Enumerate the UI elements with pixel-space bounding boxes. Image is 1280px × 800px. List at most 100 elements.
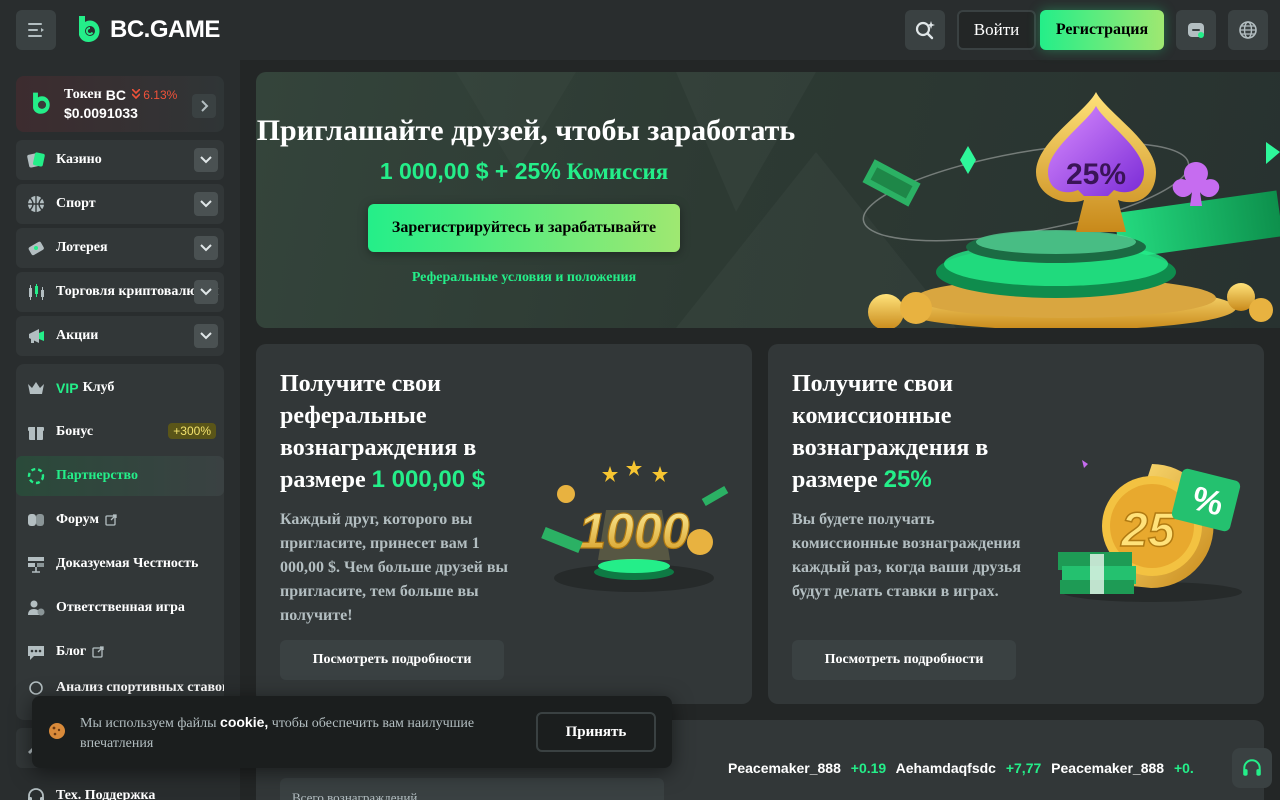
sidebar-item-blog[interactable]: Блог xyxy=(16,632,224,672)
sidebar-item-forum[interactable]: Форум xyxy=(16,500,224,540)
ticker-amount: +0. xyxy=(1173,760,1194,776)
card-description: Каждый друг, которого вы пригласите, при… xyxy=(280,511,509,624)
cookie-text-bold: cookie, xyxy=(220,714,269,730)
headset-icon xyxy=(1243,759,1261,776)
sidebar-item-label: Бонус xyxy=(56,424,94,439)
sidebar-item-promotions[interactable]: Акции xyxy=(16,316,224,356)
token-change-value: 6.13% xyxy=(143,88,178,102)
candlestick-chart-icon xyxy=(26,282,46,302)
winners-ticker: Peacemaker_888 +0.19 Aehamdaqfsdc +7,77 … xyxy=(728,760,1228,782)
megaphone-icon xyxy=(26,326,46,346)
expand-casino-button[interactable] xyxy=(194,148,218,172)
token-change: 6.13% xyxy=(131,88,178,102)
total-rewards-box: Всего вознаграждений xyxy=(280,778,664,800)
search-button[interactable] xyxy=(905,10,945,50)
sidebar-item-label: Форум xyxy=(56,512,99,527)
gift-icon xyxy=(26,422,46,442)
sidebar-item-label: Доказуемая Честность xyxy=(56,556,199,571)
referral-terms-link[interactable]: Реферальные условия и положения xyxy=(368,270,680,286)
login-button[interactable]: Войти xyxy=(957,10,1036,50)
affiliate-ring-icon xyxy=(26,466,46,486)
logo-text: BC.GAME xyxy=(110,16,220,43)
sidebar-item-label: Партнерство xyxy=(56,468,138,483)
chevron-down-icon xyxy=(200,332,212,340)
accept-cookies-button[interactable]: Принять xyxy=(536,712,656,752)
search-icon xyxy=(915,21,935,40)
cookie-message: Мы используем файлы cookie, чтобы обеспе… xyxy=(80,712,500,754)
referral-hero-banner: Приглашайте друзей, чтобы заработать 1 0… xyxy=(256,72,1280,328)
bc-token-card[interactable]: Токен BC 6.13% $0.0091033 xyxy=(16,76,224,132)
token-details-button[interactable] xyxy=(192,94,216,118)
language-button[interactable] xyxy=(1228,10,1268,50)
sidebar-item-label: Казино xyxy=(56,152,102,167)
card-description: Вы будете получать комиссионные вознагра… xyxy=(792,511,1021,600)
bc-game-logo[interactable]: BC.GAME xyxy=(76,14,220,46)
double-chevron-down-icon xyxy=(131,88,141,100)
sidebar-item-label: Блог xyxy=(56,644,87,659)
sidebar-item-label: Клуб xyxy=(82,380,115,395)
blog-chat-icon xyxy=(26,642,46,662)
sidebar-item-label: Тех. Поддержка xyxy=(56,788,156,800)
reward-1000-illustration: 1000 xyxy=(541,460,729,592)
expand-sports-button[interactable] xyxy=(194,192,218,216)
expand-promotions-button[interactable] xyxy=(194,324,218,348)
sidebar-item-label: Спорт xyxy=(56,196,96,211)
crown-icon xyxy=(26,378,46,398)
casino-cards-icon xyxy=(26,150,46,170)
sidebar-item-bonus[interactable]: Бонус +300% xyxy=(16,412,224,452)
token-price: $0.0091033 xyxy=(64,105,138,121)
live-support-button[interactable] xyxy=(1232,748,1272,788)
card-title-highlight: 25% xyxy=(883,466,932,493)
chevron-down-icon xyxy=(200,156,212,164)
sidebar-item-crypto-trading[interactable]: Торговля криптовалютой xyxy=(16,272,224,312)
sidebar-item-lottery[interactable]: Лотерея xyxy=(16,228,224,268)
headset-icon xyxy=(26,786,46,800)
hero-badge-text: 25% xyxy=(1066,158,1126,191)
responsible-gaming-icon xyxy=(26,598,46,618)
sidebar: Токен BC 6.13% $0.0091033 Казино Спорт Л… xyxy=(0,60,240,800)
sidebar-item-affiliate[interactable]: Партнерство xyxy=(16,456,224,496)
chat-button[interactable] xyxy=(1176,10,1216,50)
ticker-amount: +0.19 xyxy=(850,760,887,776)
total-rewards-label: Всего вознаграждений xyxy=(292,790,418,800)
chat-icon xyxy=(1188,23,1204,38)
hero-subtitle: 1 000,00 $ + 25% Комиссия xyxy=(256,158,792,185)
token-ticker: BC xyxy=(105,87,126,103)
chevron-down-icon xyxy=(200,200,212,208)
sidebar-item-sports[interactable]: Спорт xyxy=(16,184,224,224)
bc-token-icon xyxy=(33,92,50,114)
sidebar-item-label: Ответственная игра xyxy=(56,600,185,615)
view-details-button[interactable]: Посмотреть подробности xyxy=(280,640,504,680)
lottery-ticket-icon xyxy=(26,238,46,258)
chevron-down-icon xyxy=(200,288,212,296)
card-title: Получите свои реферальные вознаграждения… xyxy=(280,368,520,496)
ticker-user: Peacemaker_888 xyxy=(728,760,841,776)
referral-reward-card: Получите свои реферальные вознаграждения… xyxy=(256,344,752,704)
view-details-button[interactable]: Посмотреть подробности xyxy=(792,640,1016,680)
register-button[interactable]: Регистрация xyxy=(1040,10,1164,50)
sidebar-item-responsible-gaming[interactable]: Ответственная игра xyxy=(16,588,224,628)
ticker-user: Aehamdaqfsdc xyxy=(895,760,996,776)
sidebar-item-label: Лотерея xyxy=(56,240,108,255)
register-and-earn-button[interactable]: Зарегистрируйтесь и зарабатывайте xyxy=(368,204,680,252)
bonus-badge: +300% xyxy=(168,423,216,439)
cookie-icon xyxy=(49,723,65,739)
sidebar-item-vip-club[interactable]: VIP Клуб xyxy=(16,368,224,408)
sidebar-item-provably-fair[interactable]: Доказуемая Честность xyxy=(16,544,224,584)
commission-reward-card: Получите свои комиссионные вознаграждени… xyxy=(768,344,1264,704)
sidebar-item-casino[interactable]: Казино xyxy=(16,140,224,180)
ticker-amount: +7,77 xyxy=(1005,760,1042,776)
token-name-prefix: Токен xyxy=(64,87,102,102)
sidebar-links-group: VIP Клуб Бонус +300% Партнерство Форум Д… xyxy=(16,364,224,720)
top-header: BC.GAME Войти Регистрация xyxy=(0,0,1280,60)
hero-title: Приглашайте друзей, чтобы заработать xyxy=(256,114,796,147)
chevron-down-icon xyxy=(200,244,212,252)
sidebar-item-support[interactable]: Тех. Поддержка xyxy=(16,776,224,800)
expand-crypto-trading-button[interactable] xyxy=(194,280,218,304)
sidebar-item-label: Акции xyxy=(56,328,99,343)
hero-podium-spade-illustration: 25% xyxy=(862,92,1280,328)
external-link-icon xyxy=(92,646,104,658)
menu-toggle-button[interactable] xyxy=(16,10,56,50)
expand-lottery-button[interactable] xyxy=(194,236,218,260)
menu-icon xyxy=(28,23,44,37)
